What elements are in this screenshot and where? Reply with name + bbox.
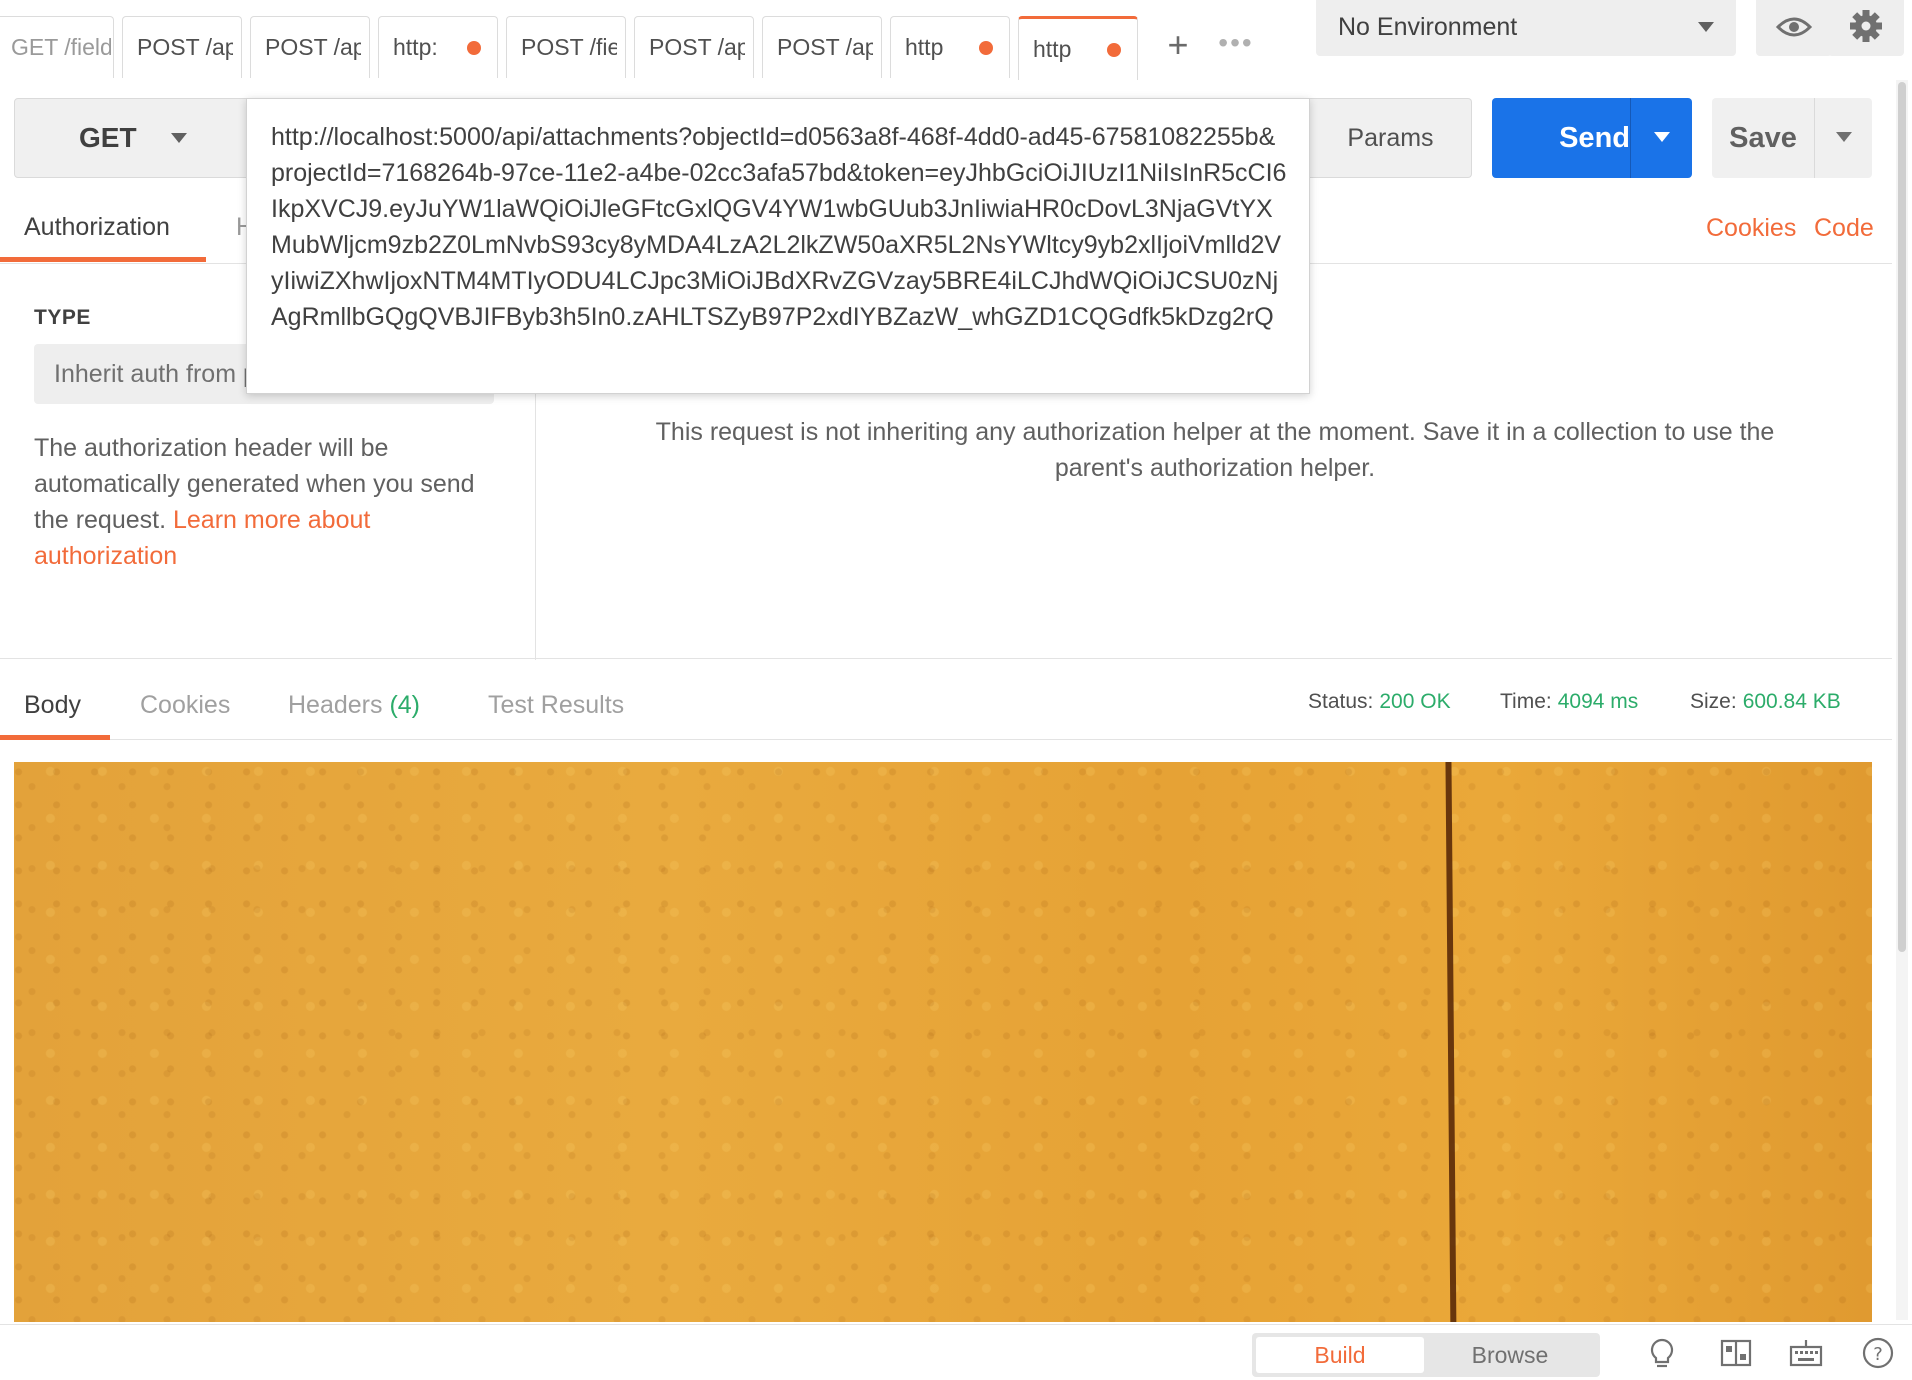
- chevron-down-icon: [1698, 22, 1714, 32]
- new-tab-button[interactable]: +: [1150, 16, 1206, 78]
- eye-icon: [1775, 17, 1813, 37]
- tab-response-cookies[interactable]: Cookies: [140, 672, 230, 740]
- settings-button[interactable]: [1828, 0, 1904, 56]
- url-text[interactable]: http://localhost:5000/api/attachments?ob…: [271, 119, 1289, 335]
- request-tab[interactable]: POST /api/: [122, 16, 242, 78]
- more-tabs-icon[interactable]: •••: [1208, 16, 1264, 78]
- method-value: GET: [79, 122, 137, 153]
- request-tab[interactable]: POST /api/: [634, 16, 754, 78]
- status-value: 200 OK: [1379, 690, 1451, 713]
- size-value: 600.84 KB: [1742, 690, 1841, 713]
- headers-count-badge: (4): [389, 691, 421, 719]
- lightbulb-icon[interactable]: [1644, 1335, 1680, 1371]
- unsaved-dot-icon: [1107, 43, 1121, 57]
- request-tab[interactable]: GET /fields: [0, 16, 114, 78]
- auth-type-label: TYPE: [34, 306, 91, 329]
- method-select[interactable]: GET: [14, 98, 254, 178]
- tab-test-results[interactable]: Test Results: [488, 672, 624, 740]
- save-button[interactable]: Save: [1712, 98, 1872, 178]
- request-tab[interactable]: POST /api/: [250, 16, 370, 78]
- scrollbar-thumb[interactable]: [1898, 82, 1906, 952]
- request-tab[interactable]: POST /api/: [762, 16, 882, 78]
- tab-bar: GET /fields POST /api/ POST /api/ http: …: [0, 0, 1912, 80]
- image-crease: [1445, 762, 1457, 1322]
- chevron-down-icon: [1654, 132, 1670, 142]
- tab-response-body[interactable]: Body: [0, 672, 110, 740]
- request-tab[interactable]: http:: [378, 16, 498, 78]
- section-divider: [0, 658, 1892, 659]
- url-input[interactable]: http://localhost:5000/api/attachments?ob…: [246, 98, 1310, 394]
- chevron-down-icon: [171, 133, 187, 143]
- auth-help-text: The authorization header will be automat…: [34, 430, 502, 574]
- request-tab[interactable]: POST /fiel: [506, 16, 626, 78]
- browse-mode-button[interactable]: Browse: [1424, 1337, 1596, 1373]
- auth-inherit-message: This request is not inheriting any autho…: [655, 418, 1775, 482]
- environment-select-value: No Environment: [1338, 13, 1518, 41]
- response-status: Status: 200 OK: [1308, 690, 1451, 714]
- build-mode-button[interactable]: Build: [1256, 1337, 1424, 1373]
- tab-response-headers-label: Headers: [288, 691, 383, 719]
- tab-authorization[interactable]: Authorization: [0, 196, 206, 262]
- mode-switch: Build Browse: [1252, 1333, 1600, 1377]
- help-icon[interactable]: ?: [1860, 1335, 1896, 1371]
- two-pane-view-icon[interactable]: [1718, 1335, 1754, 1371]
- time-value: 4094 ms: [1557, 690, 1639, 713]
- keyboard-shortcuts-icon[interactable]: [1788, 1335, 1824, 1371]
- environment-quick-look-button[interactable]: [1756, 0, 1832, 56]
- request-tab[interactable]: http: [890, 16, 1010, 78]
- status-label: Status:: [1308, 690, 1374, 713]
- environment-select[interactable]: No Environment: [1316, 0, 1736, 56]
- tab-response-headers[interactable]: Headers (4): [288, 672, 420, 740]
- unsaved-dot-icon: [467, 41, 481, 55]
- save-button-label: Save: [1729, 122, 1797, 154]
- params-button[interactable]: Params: [1310, 98, 1472, 178]
- response-tabs: Body Cookies Headers (4) Test Results St…: [0, 672, 1892, 740]
- time-label: Time:: [1500, 690, 1552, 713]
- response-body-image: [14, 762, 1872, 1322]
- size-label: Size:: [1690, 690, 1737, 713]
- code-link[interactable]: Code: [1814, 214, 1874, 243]
- cookies-link[interactable]: Cookies: [1706, 214, 1796, 243]
- send-button-label: Send: [1559, 122, 1630, 154]
- unsaved-dot-icon: [979, 41, 993, 55]
- chevron-down-icon: [1836, 132, 1852, 142]
- send-button[interactable]: Send: [1492, 98, 1692, 178]
- response-size: Size: 600.84 KB: [1690, 690, 1841, 714]
- status-bar: Build Browse ?: [0, 1324, 1912, 1380]
- gear-icon: [1850, 10, 1882, 42]
- response-time: Time: 4094 ms: [1500, 690, 1638, 714]
- request-tab-active[interactable]: http: [1018, 16, 1138, 80]
- svg-text:?: ?: [1873, 1344, 1883, 1365]
